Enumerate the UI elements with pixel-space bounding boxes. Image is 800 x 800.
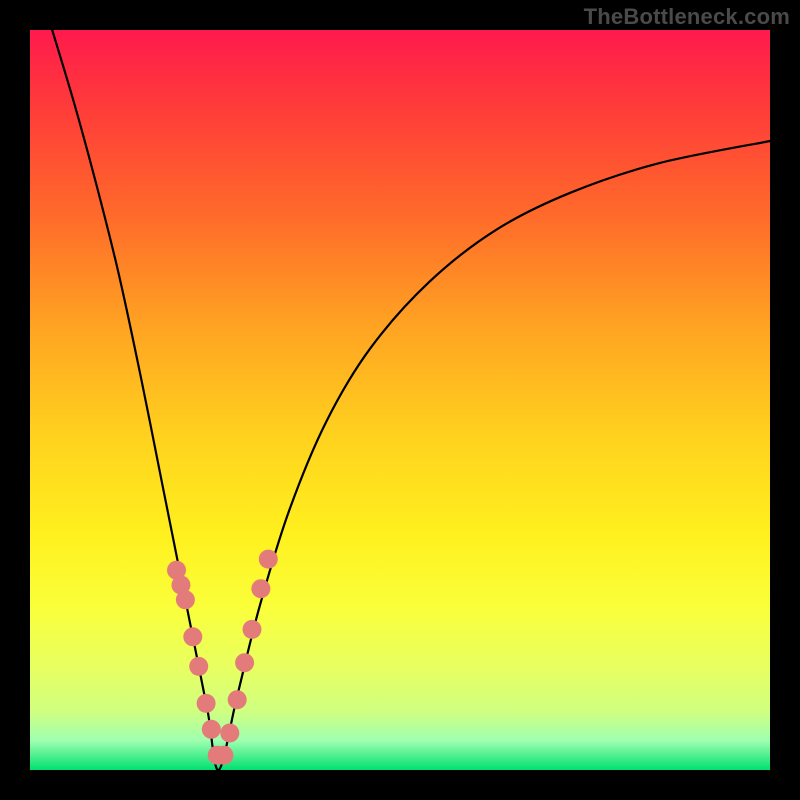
hotspot-marker [259,550,278,569]
hotspot-marker [214,746,233,765]
watermark-label: TheBottleneck.com [584,4,790,30]
chart-frame: TheBottleneck.com [0,0,800,800]
v-curve [52,30,770,770]
marker-group [167,550,278,765]
hotspot-marker [220,724,239,743]
hotspot-marker [202,720,221,739]
plot-area [30,30,770,770]
hotspot-marker [243,620,262,639]
hotspot-marker [189,657,208,676]
hotspot-marker [228,690,247,709]
curve-layer [30,30,770,770]
hotspot-marker [176,590,195,609]
hotspot-marker [251,579,270,598]
hotspot-marker [183,627,202,646]
hotspot-marker [235,653,254,672]
hotspot-marker [197,694,216,713]
